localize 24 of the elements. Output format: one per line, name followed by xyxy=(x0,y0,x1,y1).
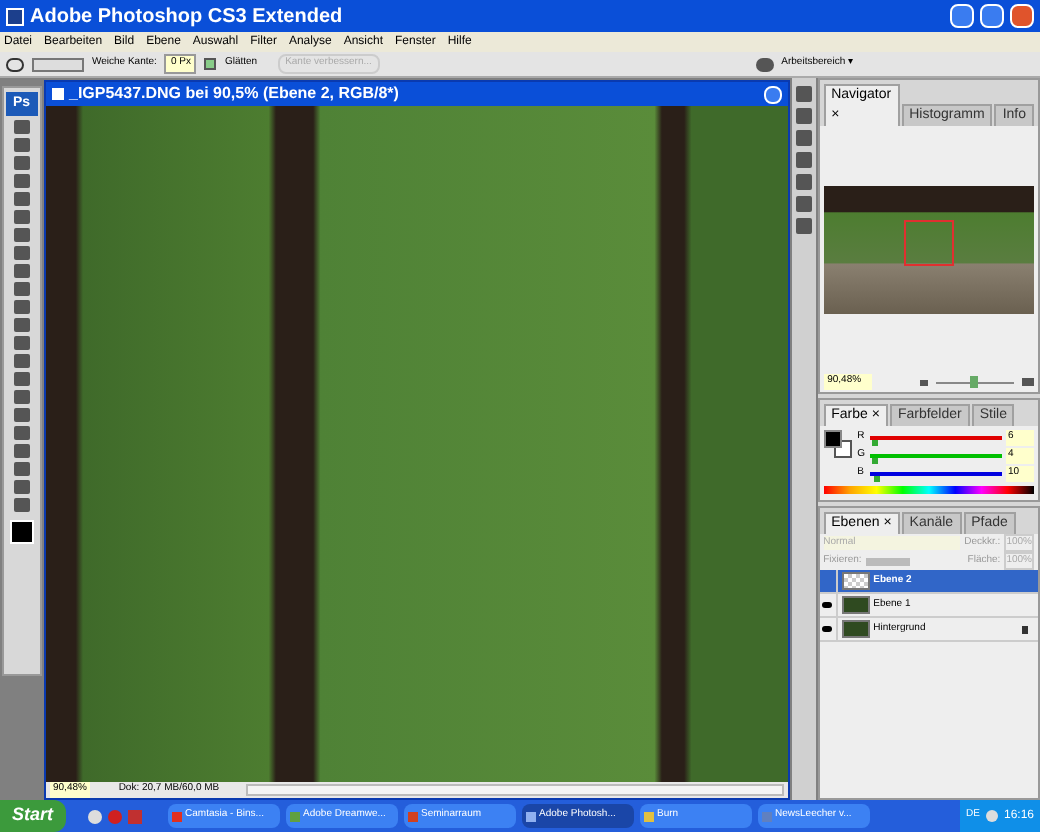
selection-mode-icon[interactable] xyxy=(32,57,84,71)
slider-thumb[interactable] xyxy=(970,375,979,387)
color-swatch-icon[interactable] xyxy=(9,520,34,544)
horizontal-scrollbar[interactable] xyxy=(246,784,784,796)
foreground-color-swatch[interactable] xyxy=(823,430,842,448)
close-button[interactable] xyxy=(1010,4,1034,28)
view-frame xyxy=(903,219,954,266)
minimize-button[interactable] xyxy=(950,4,974,28)
document-title: _IGP5437.DNG bei 90,5% (Ebene 2, RGB/8*) xyxy=(69,82,401,106)
tray-icon[interactable] xyxy=(985,810,998,822)
slider-thumb[interactable] xyxy=(874,476,881,482)
app-icon xyxy=(6,7,24,25)
restore-button[interactable] xyxy=(980,4,1004,28)
window-title: Adobe Photoshop CS3 Extended xyxy=(30,3,345,31)
minimize-button[interactable] xyxy=(763,85,782,103)
slider-thumb[interactable] xyxy=(871,440,878,446)
document-icon xyxy=(51,88,63,100)
lasso-icon[interactable] xyxy=(6,57,24,71)
eye-icon[interactable] xyxy=(822,626,833,632)
antialias-checkbox[interactable] xyxy=(204,58,217,70)
start-button[interactable]: Start xyxy=(0,800,66,832)
color-spectrum-bar[interactable] xyxy=(823,486,1034,494)
eye-icon[interactable] xyxy=(822,602,833,608)
slider-thumb[interactable] xyxy=(871,458,878,464)
